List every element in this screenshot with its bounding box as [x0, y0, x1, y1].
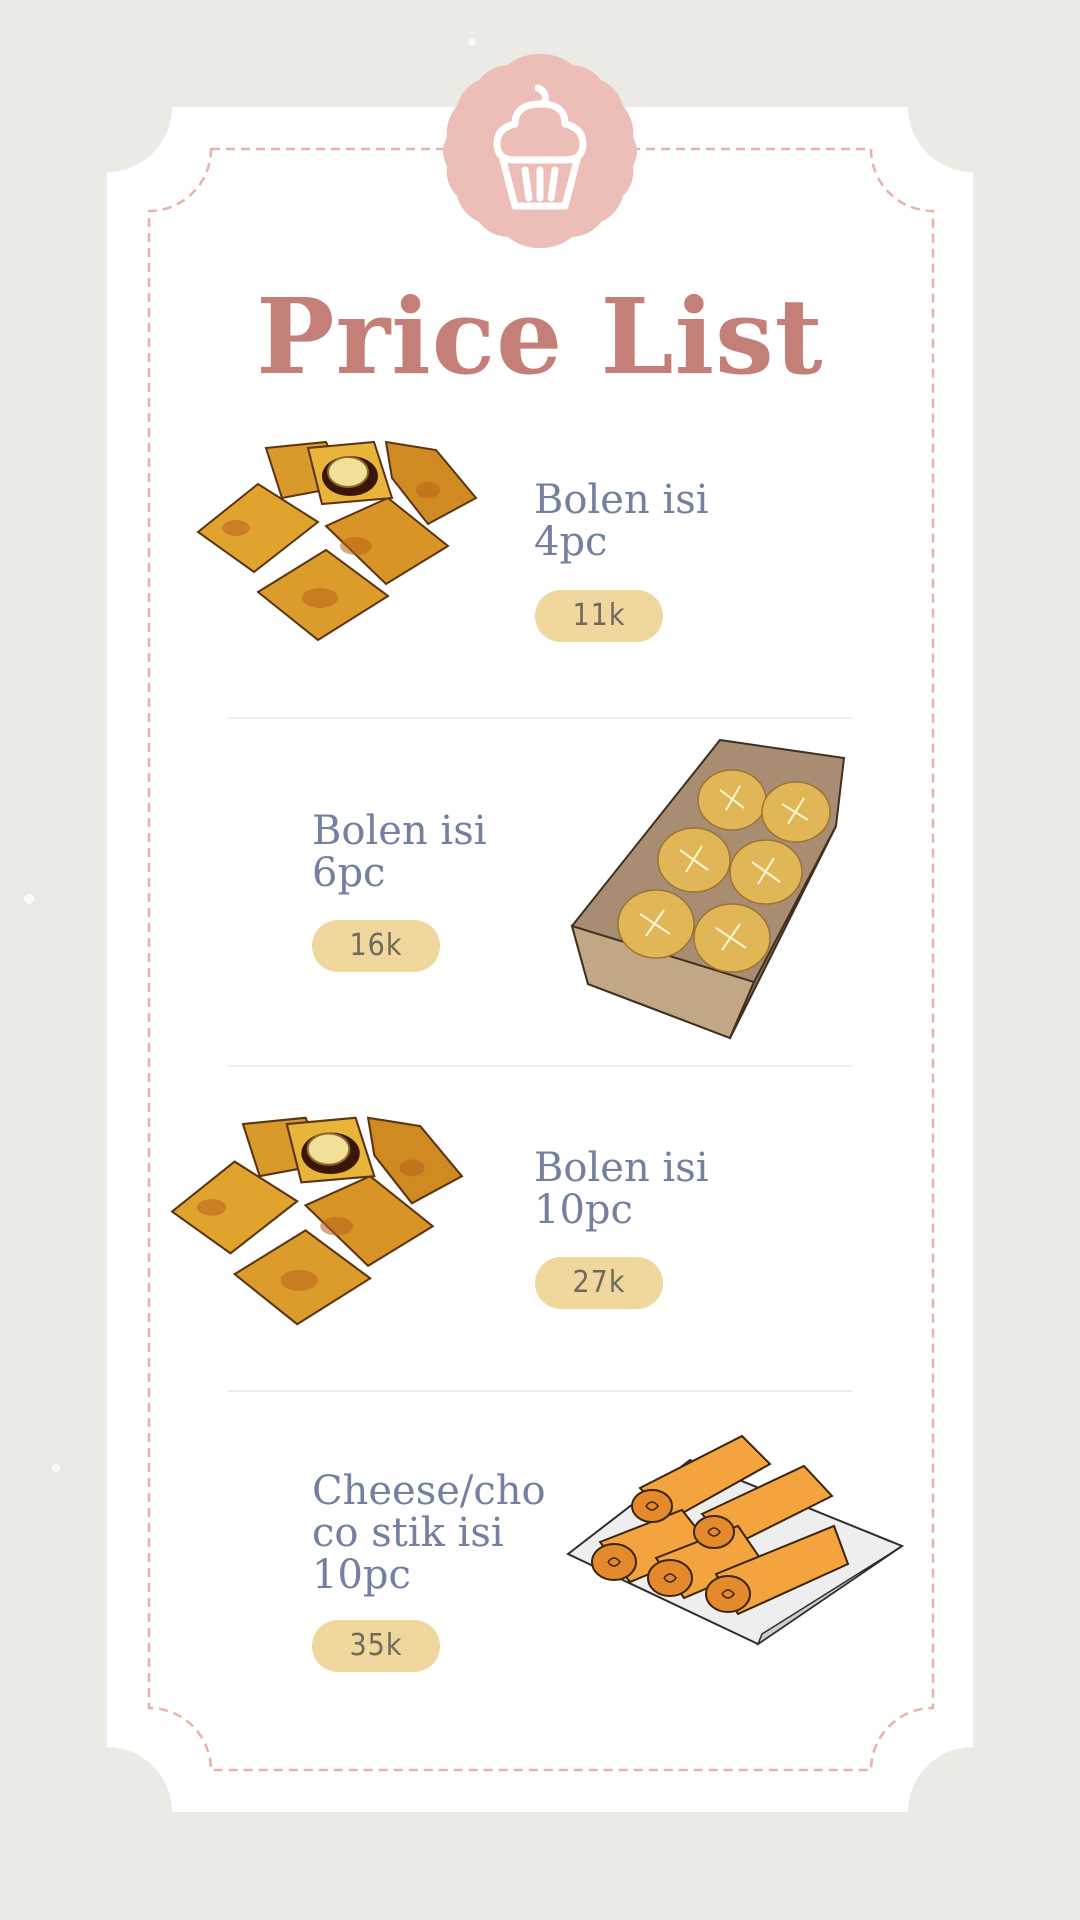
price-badge: 27k — [535, 1257, 663, 1309]
cupcake-badge — [443, 54, 637, 248]
item-name: Bolen isi 10pc — [534, 1145, 709, 1233]
item-name: Bolen isi 6pc — [312, 808, 487, 896]
bolen-pastry-image — [196, 440, 478, 642]
sparkle — [24, 894, 34, 904]
divider — [228, 1390, 852, 1392]
price-badge: 35k — [312, 1620, 440, 1672]
page-title: Price List — [256, 275, 824, 398]
bolen-box-image — [570, 738, 846, 1040]
sparkle — [468, 38, 476, 46]
divider — [228, 1065, 852, 1067]
price-badge: 16k — [312, 920, 440, 972]
sparkle — [52, 1464, 60, 1472]
cheese-stick-plate-image — [566, 1434, 904, 1646]
divider — [228, 717, 852, 719]
price-badge: 11k — [535, 590, 663, 642]
item-name: Bolen isi 4pc — [534, 477, 709, 565]
bolen-pastry-image — [170, 1116, 464, 1326]
